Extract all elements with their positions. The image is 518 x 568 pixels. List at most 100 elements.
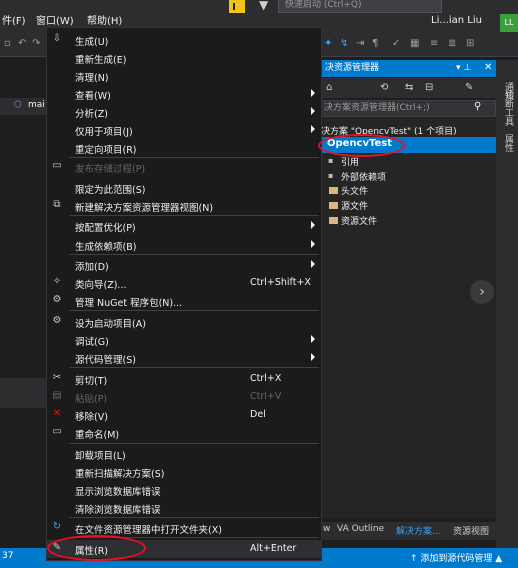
indent-icon[interactable]: ≡ [430,38,438,49]
class-wizard-icon: ✧ [52,276,62,287]
tab-solution-explorer[interactable]: 解决方案... [396,524,441,537]
menu-item-manage-nuget[interactable]: ⚙ 管理 NuGet 程序包(N)... [47,292,321,310]
side-tab-properties[interactable]: 属性 [501,134,513,152]
menu-file[interactable]: 件(F) [2,12,26,27]
menu-item-clean[interactable]: 清理(N) [47,67,321,85]
class-icon: ⬡ [14,100,22,110]
layout-icon[interactable]: ▦ [410,38,419,49]
feedback-flag-icon[interactable] [229,0,245,13]
save-icon[interactable]: ▫ [4,38,11,49]
chevron-right-icon[interactable]: › [470,280,494,304]
bookmark-icon[interactable]: ✦ [324,38,332,49]
menu-item-build-dependencies[interactable]: 生成依赖项(B) [47,236,321,254]
navigate-icon[interactable]: ↯ [340,38,348,49]
menu-item-publish-stored-procs: ▭ 发布存储过程(P) [47,158,321,176]
menu-item-label: 生成(U) [75,37,109,48]
side-tab-diagnostics[interactable]: 诊断工具 [501,90,513,126]
submenu-arrow-icon [311,89,315,97]
menu-item-cut[interactable]: ✂ 剪切(T) Ctrl+X [47,370,321,388]
menu-separator [69,517,319,518]
menu-item-pgo[interactable]: 按配置优化(P) [47,217,321,235]
spellcheck-icon[interactable]: ✓ [392,38,400,49]
tree-item-resources[interactable]: 资源文件 [341,214,377,227]
menu-item-view[interactable]: 查看(W) [47,85,321,103]
menu-item-label: 粘贴(P) [75,394,108,405]
sync-icon[interactable]: ⇆ [405,82,413,93]
menu-separator [69,310,319,311]
menu-item-set-startup[interactable]: ⚙ 设为启动项目(A) [47,313,321,331]
menu-item-label: 发布存储过程(P) [75,164,146,175]
menu-help[interactable]: 帮助(H) [87,12,122,27]
comment-icon[interactable]: ¶ [372,38,378,49]
undo-icon[interactable]: ↶ [18,38,26,49]
menu-item-label: 显示浏览数据库错误 [75,487,161,498]
user-name[interactable]: Li...ian Liu [431,15,482,26]
editor-tab[interactable]: mai [28,100,45,110]
menu-window[interactable]: 窗口(W) [36,12,74,27]
menu-item-label: 卸载项目(L) [75,451,126,462]
outdent-icon[interactable]: ≣ [448,38,456,49]
tool-icon[interactable]: ⊞ [466,38,474,49]
menu-separator [69,254,319,255]
tree-item-sources[interactable]: 源文件 [341,199,368,212]
menu-item-label: 生成依赖项(B) [75,242,137,253]
menu-item-rebuild[interactable]: 重新生成(E) [47,49,321,67]
folder-icon [329,187,338,194]
menu-item-label: 查看(W) [75,91,111,102]
add-to-source-control-button[interactable]: ↑ 添加到源代码管理 ▲ [410,551,502,564]
code-editor[interactable] [0,116,46,536]
properties-wrench-icon[interactable]: ✎ [465,82,473,93]
menu-item-label: 重定向项目(R) [75,145,137,156]
menu-item-analyze[interactable]: 分析(Z) [47,103,321,121]
tree-item-headers[interactable]: 头文件 [341,184,368,197]
build-icon: ⇩ [52,33,62,44]
references-icon: ▪ [328,156,334,165]
collapse-icon[interactable]: ⊟ [425,82,433,93]
solution-search-input[interactable]: 决方案资源管理器(Ctrl+;) [319,100,496,117]
menu-item-retarget[interactable]: 重定向项目(R) [47,139,321,157]
quick-launch-input[interactable]: 快速启动 (Ctrl+Q) [278,0,442,13]
tab-w[interactable]: w [323,524,330,534]
menu-item-build[interactable]: ⇩ 生成(U) [47,31,321,49]
menu-item-debug[interactable]: 调试(G) [47,331,321,349]
menu-item-rescan[interactable]: 重新扫描解决方案(S) [47,463,321,481]
filter-icon[interactable]: ▼ [259,0,268,12]
rename-icon: ▭ [52,426,62,437]
menu-item-label: 设为启动项目(A) [75,319,146,330]
redo-icon[interactable]: ↷ [32,38,40,49]
nuget-icon: ⚙ [52,294,62,305]
menu-item-paste: ▤ 粘贴(P) Ctrl+V [47,388,321,406]
menu-item-scope-to-this[interactable]: 限定为此范围(S) [47,179,321,197]
search-icon[interactable]: ⚲ [474,101,481,112]
menu-item-remove[interactable]: ✕ 移除(V) Del [47,406,321,424]
menu-item-rename[interactable]: ▭ 重命名(M) [47,424,321,442]
menu-item-show-db-errors[interactable]: 显示浏览数据库错误 [47,481,321,499]
close-icon[interactable]: ✕ [484,62,492,73]
menu-item-clear-db-errors[interactable]: 清除浏览数据库错误 [47,499,321,517]
tab-resource-view[interactable]: 资源视图 [453,524,489,537]
home-icon[interactable]: ⌂ [326,82,332,93]
submenu-arrow-icon [311,240,315,248]
menu-item-project-only[interactable]: 仅用于项目(J) [47,121,321,139]
menu-item-label: 添加(D) [75,262,109,273]
new-view-icon: ⧉ [53,199,61,210]
menu-item-label: 源代码管理(S) [75,355,136,366]
tree-item-external-deps[interactable]: 外部依赖项 [341,170,386,183]
history-icon[interactable]: ⟲ [380,82,388,93]
format-icon[interactable]: ⇥ [356,38,364,49]
menu-item-label: 管理 NuGet 程序包(N)... [75,298,183,309]
menu-item-class-wizard[interactable]: ✧ 类向导(Z)... Ctrl+Shift+X [47,274,321,292]
menu-item-source-control[interactable]: 源代码管理(S) [47,349,321,367]
menu-item-new-explorer-view[interactable]: ⧉ 新建解决方案资源管理器视图(N) [47,197,321,215]
menu-item-label: 限定为此范围(S) [75,185,146,196]
pin-icon[interactable]: ▾ ⊥ [456,63,471,73]
avatar[interactable]: LL [500,14,518,32]
menu-item-label: 按配置优化(P) [75,223,136,234]
menu-item-unload[interactable]: 卸载项目(L) [47,445,321,463]
menu-item-add[interactable]: 添加(D) [47,256,321,274]
menu-item-shortcut: Ctrl+V [250,391,282,402]
menu-item-shortcut: Ctrl+Shift+X [250,277,311,288]
tab-va-outline[interactable]: VA Outline [337,524,384,534]
scissors-icon: ✂ [52,372,62,383]
folder-icon [329,217,338,224]
